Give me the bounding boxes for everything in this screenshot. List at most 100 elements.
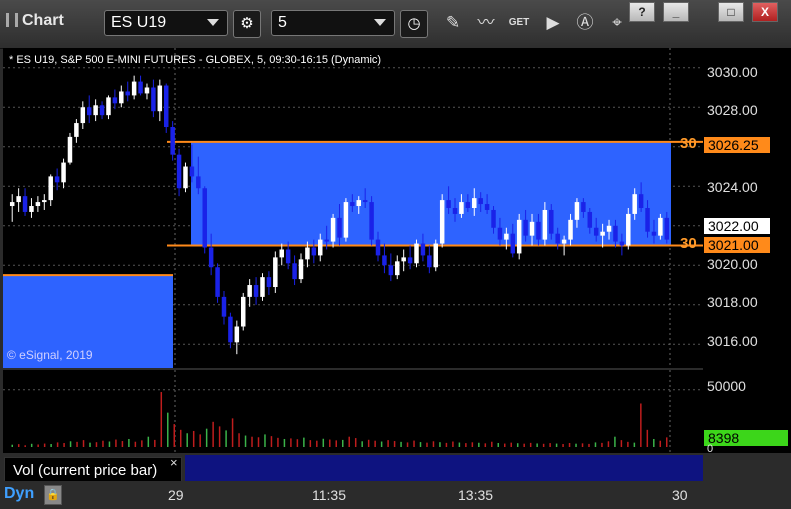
candle-body [240,296,246,327]
price-plot[interactable]: * ES U19, S&P 500 E-MINI FUTURES - GLOBE… [3,48,703,368]
price-tick: 3028.00 [707,102,758,118]
candle-body [613,225,618,242]
candle-body [106,97,111,116]
candle-body [189,166,195,177]
candle-body [9,202,15,207]
candle-body [439,200,445,244]
volume-zero: 0 [707,443,714,455]
candle-body [542,209,548,240]
candle-body [29,206,34,212]
price-tick: 3016.00 [707,333,758,349]
candle-body [125,91,130,96]
candle-body [247,285,252,297]
level-tag: 30 [680,135,697,152]
candle-body [157,85,163,112]
candle-body [266,277,272,288]
volume-current-label: 8398 [704,430,788,446]
price-tick: 3024.00 [707,179,758,195]
candle-body [343,202,349,238]
toolbar: Chart ES U19 ⚙ 5 ◷ ✎ 〰 GET ▶ Ⓐ ⌖ ? _ □ X [0,0,791,49]
volume-plot[interactable] [3,370,703,453]
pause-icon[interactable] [6,13,18,27]
chevron-down-icon [207,19,219,26]
candle-body [626,213,631,246]
candle-body [279,249,284,258]
price-tick: 3020.00 [707,256,758,272]
candle-body [504,233,509,240]
level-price-label: 3021.00 [704,237,770,253]
candle-body [549,209,554,234]
candle-body [574,202,580,220]
chart-header: * ES U19, S&P 500 E-MINI FUTURES - GLOBE… [9,54,382,66]
candle-body [452,208,458,214]
candle-body [484,204,490,210]
help-button[interactable]: ? [629,2,655,22]
candle-body [131,81,137,96]
alert-icon[interactable]: Ⓐ [572,10,598,36]
drawing-tool-icon[interactable]: ⌖ [604,10,630,36]
candle-body [510,233,516,254]
indicator-icon[interactable]: 〰 [473,10,499,36]
candle-body [388,265,394,276]
interval-combo[interactable]: 5 [271,10,395,36]
candle-body [446,200,451,208]
candle-body [658,217,663,236]
candle-body [433,243,439,268]
lock-icon[interactable]: 🔒 [44,485,62,505]
copyright-text: © eSignal, 2019 [7,348,93,362]
candle-body [119,91,124,104]
minimize-button[interactable]: _ [663,2,689,22]
candle-body [407,257,413,264]
candle-body [273,257,278,288]
candle-body [362,200,368,203]
candle-body [516,219,522,254]
candle-body [48,176,53,201]
time-axis[interactable]: 29 11:35 13:35 30 [0,481,791,509]
candle-body [581,202,586,212]
candle-body [138,81,143,94]
time-tick: 29 [168,487,184,503]
candle-body [330,217,336,242]
dynamic-mode-label[interactable]: Dyn [4,485,34,503]
gear-icon[interactable]: ⚙ [233,10,261,38]
candle-body [253,285,259,297]
candle-body [555,233,560,244]
candle-body [170,127,175,155]
play-icon[interactable]: ▶ [540,10,566,36]
candle-body [67,136,73,163]
candle-body [350,202,355,207]
price-axis[interactable]: 3030.00 3028.00 3024.00 3020.00 3018.00 … [703,48,791,455]
close-icon[interactable]: × [170,455,178,470]
candle-body [369,202,374,240]
close-button[interactable]: X [752,2,778,22]
candle-body [465,202,471,208]
candle-body [234,326,240,343]
volume-label-strip [185,455,703,483]
chevron-down-icon [374,19,386,26]
volume-tick: 50000 [707,378,746,394]
candle-body [54,176,60,183]
candle-body [478,198,483,205]
candle-body [459,202,464,214]
candle-body [260,277,265,297]
candle-body [22,196,28,212]
candle-body [144,87,150,94]
candle-body [619,241,625,246]
clock-icon[interactable]: ◷ [400,10,428,38]
candle-body [208,247,214,268]
volume-study-label[interactable]: Vol (current price bar) [4,457,182,483]
symbol-combo[interactable]: ES U19 [104,10,228,36]
symbol-value: ES U19 [111,14,167,31]
candle-body [395,261,400,276]
pencil-icon[interactable]: ✎ [440,10,466,36]
interval-value: 5 [278,14,287,31]
candle-body [529,221,535,236]
get-icon[interactable]: GET [506,10,532,36]
candle-body [593,227,599,236]
candle-body [311,247,317,256]
level-price-label: 3026.25 [704,137,770,153]
candle-body [196,176,201,189]
candle-body [86,107,92,116]
candle-body [176,154,182,189]
restore-button[interactable]: □ [718,2,744,22]
